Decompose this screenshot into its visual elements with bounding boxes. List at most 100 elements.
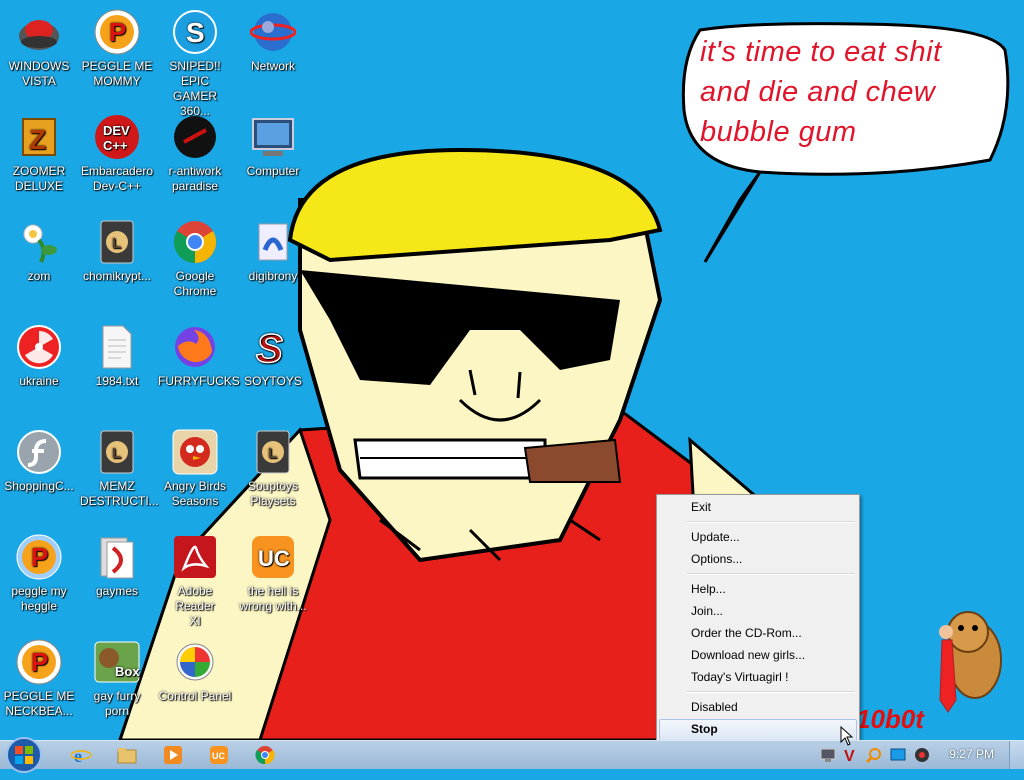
desktop-icon-gay-furry-porn[interactable]: Box gay furry porn [78,632,156,719]
menu-item-exit[interactable]: Exit [691,497,711,517]
menu-item-options[interactable]: Options... [691,549,742,569]
menu-separator [687,521,855,523]
games-folder-icon [93,533,141,581]
icon-label: 1984.txt [95,374,139,388]
desktop-icon-angry-birds[interactable]: Angry Birds Seasons [156,422,234,509]
wallpaper-tag: 10b0t [856,704,924,734]
menu-item-stop[interactable]: Stop [691,719,718,739]
chrome-icon [255,746,275,765]
svg-text:L: L [112,445,121,462]
icon-label: digibrony [248,269,298,283]
adobe-reader-icon [171,533,219,581]
svg-text:P: P [31,542,48,572]
icon-label: the hell is wrong with... [239,584,307,613]
icon-label: chomikrypt... [82,269,151,283]
taskbar-explorer[interactable] [114,743,140,767]
taskbar-ie[interactable]: e [68,743,94,767]
desktop-icon-gaymes[interactable]: gaymes [78,527,156,599]
peggle-icon: P [15,533,63,581]
start-button[interactable] [4,735,44,775]
menu-item-help[interactable]: Help... [691,579,726,599]
radiation-icon [15,323,63,371]
webcam-tray-icon [915,748,929,762]
icon-label: Google Chrome [173,269,217,298]
tray-monitor[interactable] [888,745,908,765]
virtuagirl-tray-icon: V [844,748,855,763]
icon-label: PEGGLE ME NECKBEA... [3,689,75,718]
desktop-icon-windows-vista[interactable]: WINDOWS VISTA [0,2,78,89]
menu-item-update[interactable]: Update... [691,527,740,547]
desktop-icon-souptoys[interactable]: L Souptoys Playsets [234,422,312,509]
svg-text:S: S [256,327,283,370]
control-panel-icon [171,638,219,686]
soytoys-icon: S [249,323,297,371]
tray-webcam[interactable] [912,745,932,765]
svg-text:UC: UC [212,751,225,761]
explorer-folder-icon [117,748,137,764]
peggle-icon: P [93,8,141,56]
devcpp-icon: DEV C++ [93,113,141,161]
desktop-icon-digibrony[interactable]: digibrony [234,212,312,284]
desktop-icon-r-antiwork[interactable]: r-antiwork paradise [156,107,234,194]
plant-icon [15,218,63,266]
shortcut-l-icon: L [93,218,141,266]
desktop-icon-zom[interactable]: zom [0,212,78,284]
taskbar-clock[interactable]: 9:27 PM [949,747,994,761]
desktop-icon-1984-txt[interactable]: 1984.txt [78,317,156,389]
box-beaver-icon: Box [93,638,141,686]
icon-label: Computer [246,164,300,178]
uc-browser-icon: UC [210,746,228,764]
desktop-icon-chomikrypt[interactable]: L chomikrypt... [78,212,156,284]
monitor-tray-icon [890,748,906,761]
desktop-icon-peggle-me-mommy[interactable]: P PEGGLE ME MOMMY [78,2,156,89]
desktop-icon-zoomer-deluxe[interactable]: Z ZOOMER DELUXE [0,107,78,194]
menu-item-order-cd-rom[interactable]: Order the CD-Rom... [691,623,802,643]
taskbar-media-player[interactable] [160,743,186,767]
menu-item-download-girls[interactable]: Download new girls... [691,645,805,665]
tray-context-menu: Exit Update... Options... Help... Join..… [656,494,860,744]
desktop-icon-adobe-reader[interactable]: Adobe Reader XI [156,527,234,629]
antiwork-icon [171,113,219,161]
internet-explorer-icon: e [71,746,91,765]
svg-text:P: P [109,17,126,47]
svg-text:DEV: DEV [103,123,130,138]
desktop-icon-peggle-me-neckbea[interactable]: P PEGGLE ME NECKBEA... [0,632,78,719]
svg-text:V: V [844,748,855,763]
icon-label: Souptoys Playsets [247,479,299,508]
desktop-icon-sniped[interactable]: S SNIPED!! EPIC GAMER 360... [156,2,234,119]
flash-icon [15,428,63,476]
shortcut-l-icon: L [93,428,141,476]
menu-item-disabled[interactable]: Disabled [691,697,738,717]
taskbar-chrome[interactable] [252,743,278,767]
vista-ball-icon [15,8,63,56]
menu-item-todays-virtuagirl[interactable]: Today's Virtuagirl ! [691,667,788,687]
desktop-icon-shoppingc[interactable]: ShoppingC... [0,422,78,494]
desktop-icon-google-chrome[interactable]: Google Chrome [156,212,234,299]
icon-label: MEMZ DESTRUCTI... [80,479,159,508]
mouse-cursor-icon [840,726,854,746]
taskbar-uc-browser[interactable]: UC [206,743,232,767]
show-desktop-button[interactable] [1009,741,1024,769]
desktop-icon-memz[interactable]: L MEMZ DESTRUCTI... [78,422,159,509]
menu-item-join[interactable]: Join... [691,601,723,621]
computer-icon [249,113,297,161]
desktop-icon-control-panel[interactable]: Control Panel [156,632,234,704]
desktop-icon-computer[interactable]: Computer [234,107,312,179]
tray-virtuagirl[interactable]: V [840,745,860,765]
svg-text:P: P [31,647,48,677]
desktop-icon-furryfucks[interactable]: FURRYFUCKS [156,317,240,389]
icon-label: gaymes [95,584,139,598]
icon-label: gay furry porn [93,689,141,718]
desktop-icon-network[interactable]: Network [234,2,312,74]
desktop-icon-peggle-my-heggle[interactable]: P peggle my heggle [0,527,78,614]
desktop-icon-the-hell-is-wrong[interactable]: UC the hell is wrong with... [234,527,312,614]
desktop-icon-soytoys[interactable]: S SOYTOYS [234,317,312,389]
digibrony-icon [249,218,297,266]
icon-label: Embarcadero Dev-C++ [80,164,154,193]
tray-network[interactable] [818,745,838,765]
svg-text:L: L [112,235,121,252]
desktop-icon-ukraine[interactable]: ukraine [0,317,78,389]
network-tray-icon [820,748,836,762]
desktop-icon-devcpp[interactable]: DEV C++ Embarcadero Dev-C++ [78,107,156,194]
tray-search[interactable] [864,745,884,765]
